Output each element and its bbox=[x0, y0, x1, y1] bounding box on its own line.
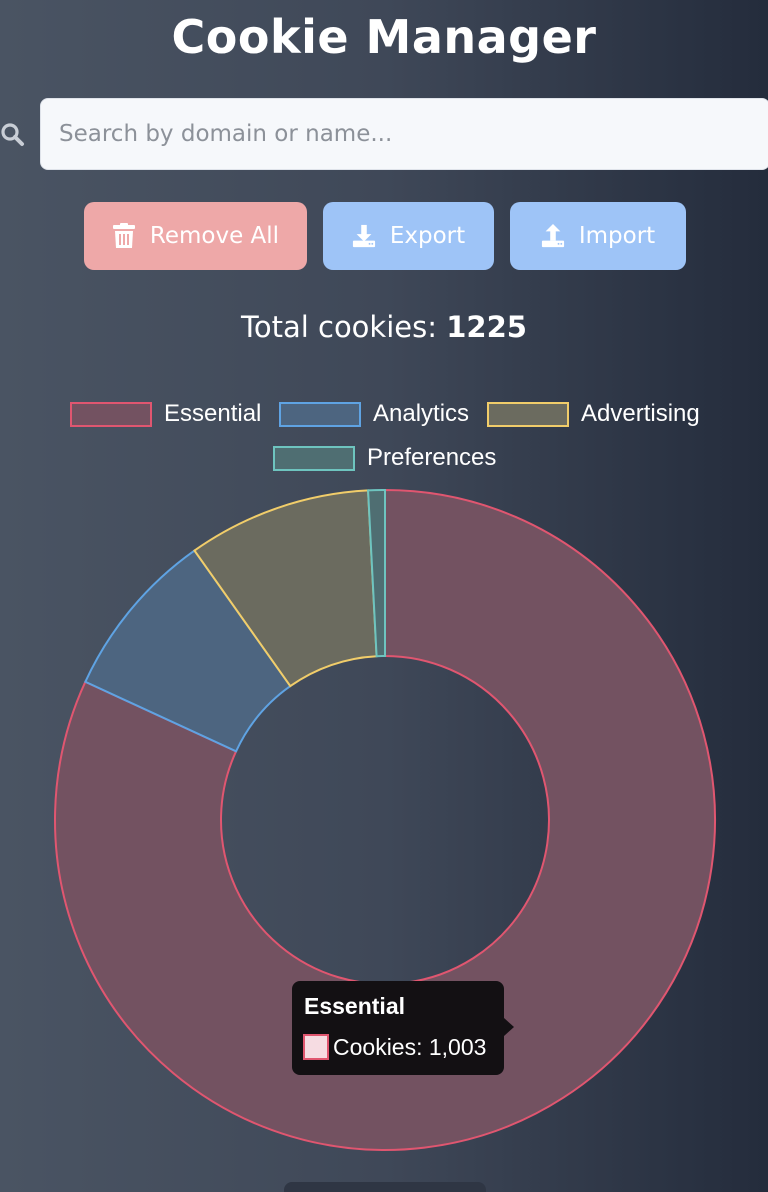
tooltip-swatch bbox=[303, 1034, 329, 1060]
bottom-panel-edge bbox=[284, 1182, 486, 1192]
tooltip-title: Essential bbox=[304, 993, 405, 1019]
chart-tooltip: Essential Cookies: 1,003 bbox=[292, 981, 514, 1075]
tooltip-value: Cookies: 1,003 bbox=[333, 1034, 487, 1060]
